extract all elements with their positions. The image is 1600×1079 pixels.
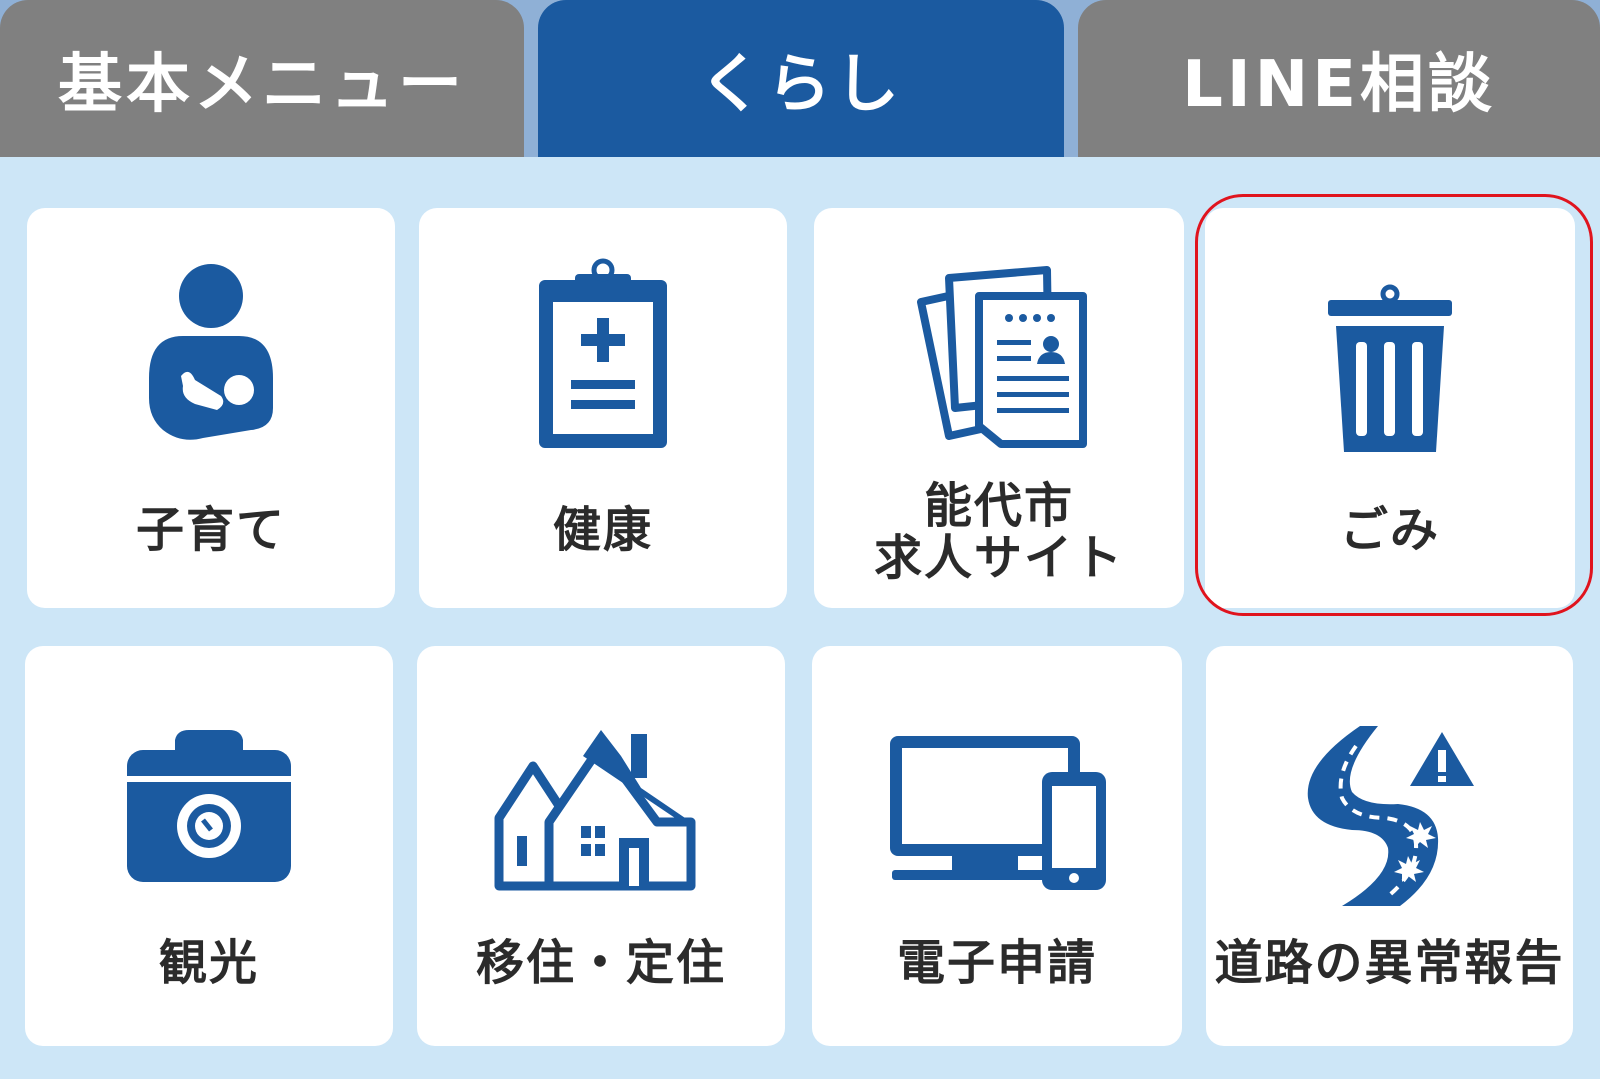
tab-kurashi[interactable]: くらし	[538, 0, 1064, 157]
menu-item-parenting[interactable]: 子育て	[27, 208, 395, 608]
parenting-icon	[27, 258, 395, 458]
camera-icon	[25, 726, 393, 896]
menu-item-garbage[interactable]: ごみ	[1205, 208, 1575, 608]
menu-item-label: 道路の異常報告	[1214, 935, 1565, 991]
menu-item-label: 健康	[552, 502, 653, 558]
tab-bar: 基本メニュー くらし LINE相談	[0, 0, 1600, 157]
tab-basic-menu[interactable]: 基本メニュー	[0, 0, 524, 157]
menu-item-label-line2: 求人サイト	[873, 530, 1124, 586]
tab-line-consult[interactable]: LINE相談	[1078, 0, 1600, 157]
menu-item-label: 移住・定住	[475, 935, 726, 991]
menu-item-label: 子育て	[135, 502, 286, 558]
menu-item-road-report[interactable]: 道路の異常報告	[1206, 646, 1573, 1046]
menu-item-label: ごみ	[1339, 502, 1440, 558]
job-documents-icon	[814, 258, 1184, 458]
road-warning-icon	[1206, 726, 1573, 906]
trash-can-icon	[1205, 258, 1575, 458]
menu-item-health[interactable]: 健康	[419, 208, 787, 608]
houses-icon	[417, 726, 785, 896]
health-clipboard-icon	[419, 258, 787, 458]
menu-item-tourism[interactable]: 観光	[25, 646, 393, 1046]
menu-item-e-application[interactable]: 電子申請	[812, 646, 1182, 1046]
menu-item-label: 能代市 求人サイト	[814, 480, 1184, 584]
menu-item-label-line1: 能代市	[923, 478, 1074, 534]
devices-icon	[812, 726, 1182, 896]
menu-item-job-site[interactable]: 能代市 求人サイト	[814, 208, 1184, 608]
menu-item-label: 電子申請	[896, 935, 1097, 991]
menu-item-migration[interactable]: 移住・定住	[417, 646, 785, 1046]
menu-item-label: 観光	[158, 935, 259, 991]
